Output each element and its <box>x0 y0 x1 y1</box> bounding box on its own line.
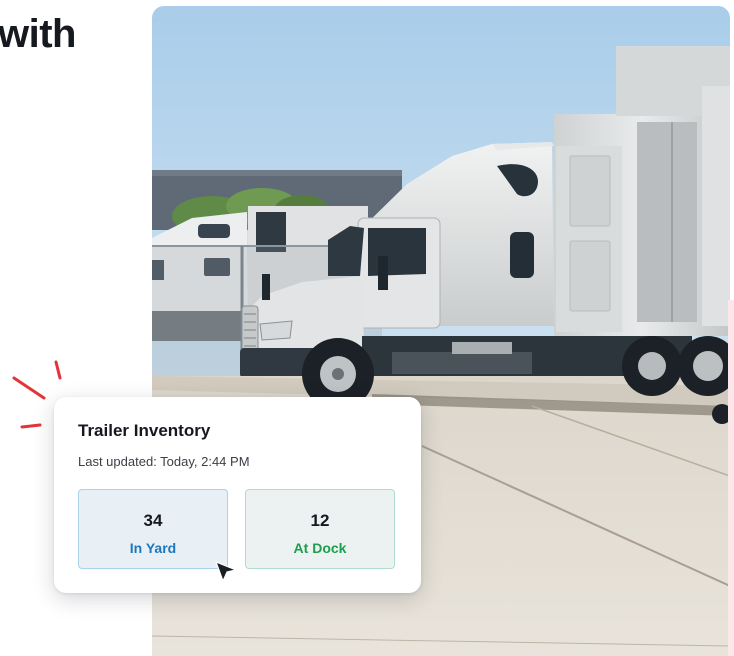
mouse-pointer-icon <box>215 561 237 582</box>
at-dock-count: 12 <box>310 511 330 530</box>
card-title: Trailer Inventory <box>78 421 211 440</box>
in-yard-count: 34 <box>143 511 163 530</box>
headline: with <box>0 12 76 56</box>
at-dock-label: At Dock <box>293 540 347 556</box>
at-dock-tile[interactable]: 12 At Dock <box>245 489 395 569</box>
accent-strip <box>728 300 734 656</box>
last-updated-text: Last updated: Today, 2:44 PM <box>78 454 250 469</box>
in-yard-tile[interactable]: 34 In Yard <box>78 489 228 569</box>
in-yard-label: In Yard <box>129 540 177 556</box>
hero-section: with Trailer Inventory Last updated: Tod… <box>0 0 734 656</box>
